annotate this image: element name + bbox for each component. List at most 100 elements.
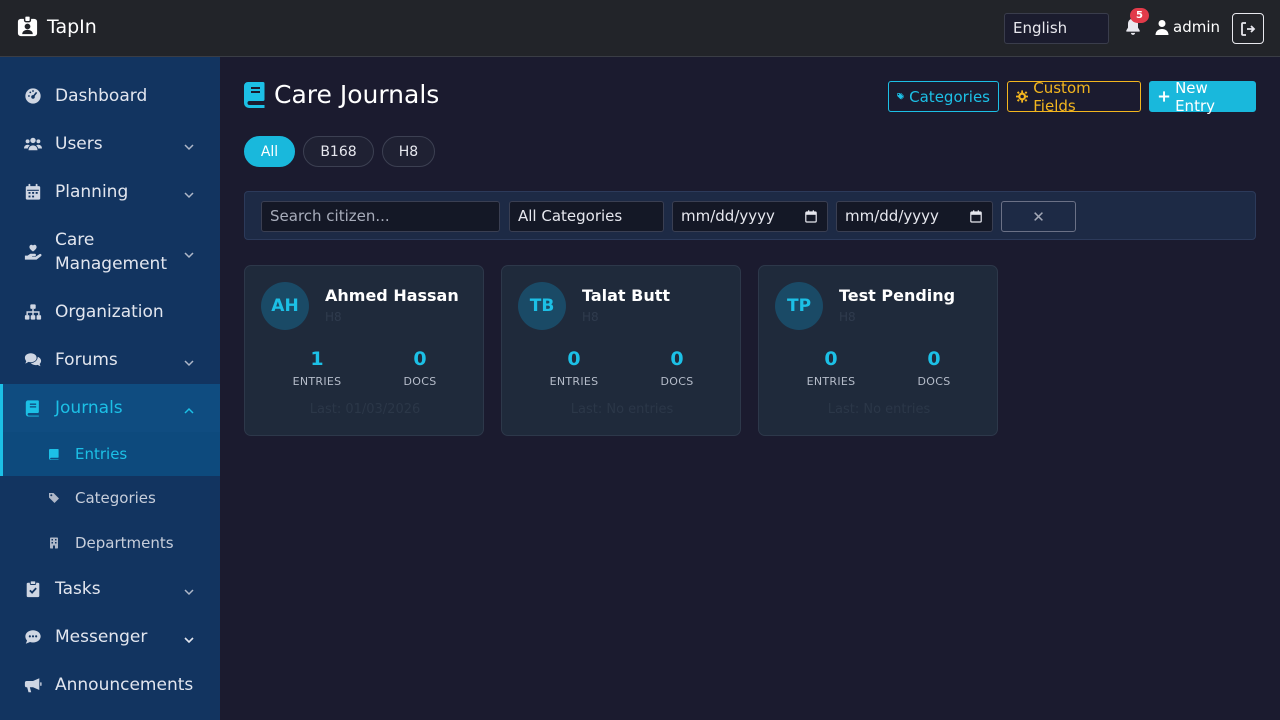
last-entry: Last: 01/03/2026: [309, 402, 421, 417]
sidebar-item-forums[interactable]: Forums: [0, 336, 220, 384]
citizen-name: Test Pending: [839, 286, 956, 305]
comments-icon: [23, 350, 43, 370]
search-input[interactable]: Search citizen...: [261, 201, 500, 232]
sidebar-item-dashboard[interactable]: Dashboard: [0, 72, 220, 120]
sidebar-sub-entries[interactable]: Entries: [0, 432, 220, 476]
chevron-down-icon: [183, 246, 195, 259]
tags-icon: [47, 491, 61, 505]
chevron-down-icon: [183, 631, 195, 644]
sidebar-sub-label: Categories: [75, 489, 156, 507]
category-select[interactable]: All Categories: [509, 201, 664, 232]
journal-small-icon: [47, 447, 61, 461]
date-from-input[interactable]: mm/dd/yyyy: [672, 201, 828, 232]
chevron-down-icon: [183, 583, 195, 596]
sitemap-icon: [23, 302, 43, 322]
chevron-down-icon: [183, 354, 195, 367]
clear-filters-button[interactable]: ✕: [1001, 201, 1076, 232]
hand-holding-heart-icon: [23, 242, 43, 262]
sidebar-item-label: Announcements: [55, 675, 194, 695]
sidebar-item-label: Users: [55, 134, 103, 154]
sidebar-item-label: Journals: [55, 398, 123, 418]
docs-stat: 0 DOCS: [375, 348, 465, 388]
date-from-value: mm/dd/yyyy: [681, 207, 775, 225]
sidebar-item-label: Care Management: [55, 230, 167, 274]
brand[interactable]: TapIn: [16, 15, 97, 38]
entries-count: 0: [824, 348, 838, 370]
citizen-department: H8: [325, 310, 342, 324]
tab-all[interactable]: All: [244, 136, 295, 167]
entries-count: 1: [310, 348, 324, 370]
tab-h8[interactable]: H8: [382, 136, 435, 167]
journal-icon: [244, 81, 265, 108]
docs-stat: 0 DOCS: [632, 348, 722, 388]
sidebar-item-messenger[interactable]: Messenger: [0, 613, 220, 661]
logout-button[interactable]: [1232, 13, 1264, 44]
sidebar-item-announcements[interactable]: Announcements: [0, 661, 220, 709]
logout-icon: [1241, 21, 1256, 36]
user-icon: [1155, 20, 1169, 35]
sidebar-sub-label: Entries: [75, 445, 128, 463]
docs-label: DOCS: [403, 375, 437, 388]
sidebar-item-label: Organization: [55, 302, 164, 322]
user-menu[interactable]: admin: [1155, 18, 1220, 36]
entries-count: 0: [567, 348, 581, 370]
entries-label: ENTRIES: [549, 375, 599, 388]
plus-icon: [1158, 91, 1170, 102]
entries-stat: 0 ENTRIES: [529, 348, 619, 388]
custom-fields-button[interactable]: Custom Fields: [1007, 78, 1141, 115]
docs-count: 0: [670, 348, 684, 370]
docs-count: 0: [927, 348, 941, 370]
last-entry: Last: No entries: [827, 402, 931, 417]
sidebar-item-journals[interactable]: Journals: [0, 384, 220, 432]
journal-icon: [23, 398, 43, 418]
sidebar-sub-categories[interactable]: Categories: [0, 476, 220, 520]
sidebar-item-label: Dashboard: [55, 86, 148, 106]
gauge-icon: [23, 86, 43, 106]
categories-button[interactable]: Categories: [888, 81, 999, 112]
sidebar-item-organization[interactable]: Organization: [0, 288, 220, 336]
calendar-icon[interactable]: [970, 210, 982, 223]
citizen-card[interactable]: TP Test Pending H8 0 ENTRIES 0 DOCS Last…: [758, 265, 998, 436]
new-entry-button-label: New Entry: [1175, 78, 1215, 115]
id-badge-icon: [17, 15, 38, 37]
sidebar-item-label: Tasks: [55, 579, 101, 599]
avatar: AH: [261, 282, 309, 330]
avatar: TB: [518, 282, 566, 330]
citizen-card[interactable]: AH Ahmed Hassan H8 1 ENTRIES 0 DOCS Last…: [244, 265, 484, 436]
building-icon: [47, 536, 61, 550]
avatar: TP: [775, 282, 823, 330]
tab-b168[interactable]: B168: [303, 136, 374, 167]
categories-button-label: Categories: [909, 87, 990, 106]
entries-stat: 0 ENTRIES: [786, 348, 876, 388]
new-entry-button[interactable]: New Entry: [1149, 78, 1256, 115]
chevron-down-icon: [183, 186, 195, 199]
page-title: Care Journals: [244, 80, 439, 109]
entries-label: ENTRIES: [292, 375, 342, 388]
tags-icon: [897, 93, 905, 100]
date-to-input[interactable]: mm/dd/yyyy: [836, 201, 993, 232]
calendar-icon: [23, 182, 43, 202]
citizen-department: H8: [839, 310, 856, 324]
brand-name: TapIn: [47, 15, 97, 38]
sidebar: Dashboard Users Planning Care Management…: [0, 57, 220, 720]
gear-icon: [1016, 90, 1029, 103]
sidebar-item-users[interactable]: Users: [0, 120, 220, 168]
sidebar-item-planning[interactable]: Planning: [0, 168, 220, 216]
chevron-down-icon: [183, 138, 195, 151]
citizen-department: H8: [582, 310, 599, 324]
calendar-icon[interactable]: [805, 210, 817, 223]
custom-fields-button-label: Custom Fields: [1033, 78, 1091, 115]
citizen-name: Ahmed Hassan: [325, 286, 459, 305]
docs-stat: 0 DOCS: [889, 348, 979, 388]
sidebar-item-label: Forums: [55, 350, 118, 370]
sidebar-item-tasks[interactable]: Tasks: [0, 565, 220, 613]
page-title-text: Care Journals: [274, 80, 440, 109]
sidebar-item-label: Messenger: [55, 627, 148, 647]
citizen-card[interactable]: TB Talat Butt H8 0 ENTRIES 0 DOCS Last: …: [501, 265, 741, 436]
docs-label: DOCS: [917, 375, 951, 388]
sidebar-item-care-management[interactable]: Care Management: [0, 216, 220, 288]
chevron-up-icon: [183, 402, 195, 414]
language-select[interactable]: English: [1004, 13, 1109, 44]
sidebar-sub-departments[interactable]: Departments: [0, 521, 220, 565]
docs-count: 0: [413, 348, 427, 370]
